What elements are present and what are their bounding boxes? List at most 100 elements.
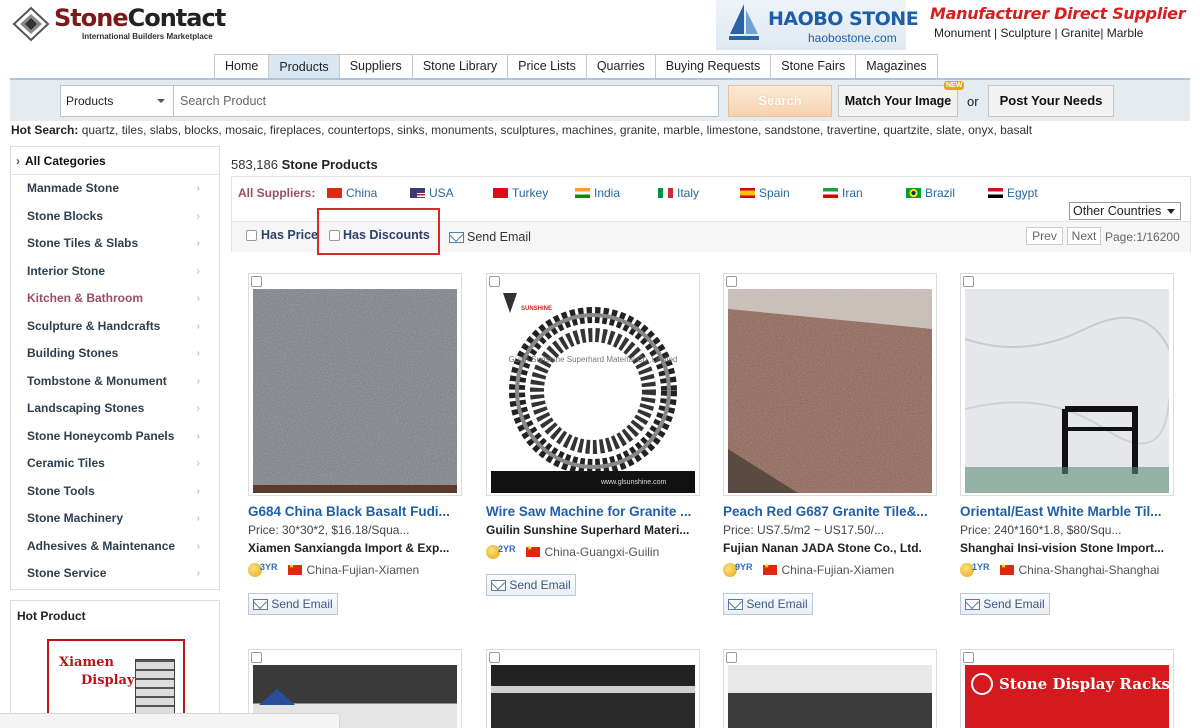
tab-buying-requests[interactable]: Buying Requests [654, 54, 772, 78]
tab-home[interactable]: Home [214, 54, 270, 78]
has-price-checkbox[interactable] [246, 230, 257, 241]
product-image-wire-saw[interactable]: SUNSHINE Guilin Sunshine Superhard Mater… [491, 289, 695, 493]
prev-page-button[interactable]: Prev [1026, 227, 1063, 245]
hot-product-panel: Hot Product Xiamen Displays [10, 600, 220, 728]
sidebar-item-building-stones[interactable]: Building Stones › [11, 340, 219, 368]
search-category-select[interactable]: Products [60, 85, 174, 117]
product-select-checkbox[interactable] [251, 276, 262, 287]
chevron-right-icon: › [16, 154, 20, 168]
wire-saw-brand-text: SUNSHINE [521, 306, 553, 312]
product-company[interactable]: Xiamen Sanxiangda Import & Exp... [248, 541, 462, 555]
send-email-link[interactable]: Send Email [449, 230, 531, 244]
tab-magazines[interactable]: Magazines [855, 54, 938, 78]
sidebar-item-stone-service[interactable]: Stone Service › [11, 560, 219, 588]
product-image[interactable]: Stone Display Racks [965, 665, 1169, 728]
product-card[interactable] [248, 273, 462, 496]
sidebar-item-stone-machinery[interactable]: Stone Machinery › [11, 505, 219, 533]
display-racks-logo-icon [971, 673, 993, 695]
sidebar-item-stone-tiles-slabs[interactable]: Stone Tiles & Slabs › [11, 230, 219, 258]
tab-quarries[interactable]: Quarries [585, 54, 656, 78]
search-button[interactable]: Search [728, 85, 832, 117]
product-company[interactable]: Guilin Sunshine Superhard Materi... [486, 523, 700, 537]
product-title[interactable]: Peach Red G687 Granite Tile&... [723, 504, 937, 519]
product-select-checkbox[interactable] [489, 652, 500, 663]
manufacturer-ad-title: Manufacturer Direct Supplier [930, 4, 1186, 23]
has-discounts-highlight-box [317, 208, 440, 255]
product-select-checkbox[interactable] [963, 276, 974, 287]
sidebar-item-manmade-stone[interactable]: Manmade Stone › [11, 175, 219, 203]
product-card[interactable]: SUNSHINE Guilin Sunshine Superhard Mater… [486, 273, 700, 496]
sidebar-item-stone-tools[interactable]: Stone Tools › [11, 478, 219, 506]
product-title[interactable]: Wire Saw Machine for Granite ... [486, 504, 700, 519]
product-company[interactable]: Fujian Nanan JADA Stone Co., Ltd. [723, 541, 937, 555]
country-label: India [594, 186, 621, 200]
sidebar-item-stone-blocks[interactable]: Stone Blocks › [11, 203, 219, 231]
tab-suppliers[interactable]: Suppliers [338, 54, 413, 78]
country-spain[interactable]: Spain [740, 186, 790, 200]
sidebar-item-kitchen-bathroom[interactable]: Kitchen & Bathroom › [11, 285, 219, 313]
sidebar-item-tombstone-monument[interactable]: Tombstone & Monument › [11, 368, 219, 396]
product-card[interactable]: Stone Display Racks [960, 649, 1174, 728]
send-email-button[interactable]: Send Email [486, 574, 576, 596]
other-countries-select[interactable]: Other Countries [1069, 202, 1181, 220]
country-label: Italy [677, 186, 700, 200]
product-title[interactable]: Oriental/East White Marble Til... [960, 504, 1174, 519]
sidebar-item-landscaping-stones[interactable]: Landscaping Stones › [11, 395, 219, 423]
product-image-peach-red[interactable] [728, 289, 932, 493]
sidebar-item-label: Stone Blocks [27, 208, 104, 223]
send-email-button[interactable]: Send Email [248, 593, 338, 615]
tab-stone-library[interactable]: Stone Library [411, 54, 509, 78]
product-select-checkbox[interactable] [963, 652, 974, 663]
other-countries-value: Other Countries [1073, 204, 1162, 218]
sidebar-item-ceramic-tiles[interactable]: Ceramic Tiles › [11, 450, 219, 478]
china-flag-icon [525, 544, 540, 557]
all-suppliers-label[interactable]: All Suppliers: [238, 186, 315, 200]
sidebar-item-interior-stone[interactable]: Interior Stone › [11, 258, 219, 286]
country-egypt[interactable]: Egypt [988, 186, 1038, 200]
product-select-checkbox[interactable] [489, 276, 500, 287]
has-price-label[interactable]: Has Price [261, 228, 318, 242]
basalt-tile-image [253, 289, 457, 493]
tab-price-lists[interactable]: Price Lists [507, 54, 587, 78]
country-brazil[interactable]: Brazil [906, 186, 955, 200]
sidebar-item-adhesives-maintenance[interactable]: Adhesives & Maintenance › [11, 533, 219, 561]
send-email-button-label: Send Email [746, 597, 808, 611]
product-card[interactable] [960, 273, 1174, 496]
all-categories-header[interactable]: › All Categories [11, 147, 219, 175]
product-image-basalt[interactable] [253, 289, 457, 493]
search-input[interactable] [173, 85, 719, 117]
product-image-white-marble[interactable] [965, 289, 1169, 493]
product-location: China-Fujian-Xiamen [306, 563, 420, 577]
manufacturer-ad[interactable]: Manufacturer Direct Supplier Monument | … [930, 4, 1190, 48]
product-company[interactable]: Shanghai Insi-vision Stone Import... [960, 541, 1174, 555]
manufacturer-ad-subtitle: Monument | Sculpture | Granite| Marble [934, 26, 1144, 40]
product-card[interactable] [486, 649, 700, 728]
product-select-checkbox[interactable] [726, 652, 737, 663]
country-iran[interactable]: Iran [823, 186, 863, 200]
product-select-checkbox[interactable] [251, 652, 262, 663]
country-india[interactable]: India [575, 186, 620, 200]
stonecontact-logo[interactable]: StoneContact International Builders Mark… [12, 2, 226, 46]
hot-search-terms[interactable]: quartz, tiles, slabs, blocks, mosaic, fi… [82, 123, 1032, 137]
country-italy[interactable]: Italy [658, 186, 699, 200]
product-image[interactable] [728, 665, 932, 728]
country-china[interactable]: China [327, 186, 377, 200]
country-usa[interactable]: USA [410, 186, 454, 200]
country-turkey[interactable]: Turkey [493, 186, 548, 200]
haobo-stone-ad[interactable]: HAOBO STONE haobostone.com [716, 0, 919, 50]
iran-flag-icon [823, 188, 838, 198]
tab-stone-fairs[interactable]: Stone Fairs [770, 54, 857, 78]
product-image[interactable] [491, 665, 695, 728]
next-page-button[interactable]: Next [1067, 227, 1101, 245]
send-email-button[interactable]: Send Email [960, 593, 1050, 615]
sidebar-item-stone-honeycomb-panels[interactable]: Stone Honeycomb Panels › [11, 423, 219, 451]
sidebar-item-sculpture-handcrafts[interactable]: Sculpture & Handcrafts › [11, 313, 219, 341]
product-card[interactable] [723, 273, 937, 496]
match-your-image-button[interactable]: Match Your Image NEW [838, 81, 965, 117]
product-card[interactable] [723, 649, 937, 728]
tab-products[interactable]: Products [268, 54, 340, 78]
send-email-button[interactable]: Send Email [723, 593, 813, 615]
post-your-needs-button[interactable]: Post Your Needs [988, 85, 1114, 117]
product-title[interactable]: G684 China Black Basalt Fudi... [248, 504, 462, 519]
product-select-checkbox[interactable] [726, 276, 737, 287]
